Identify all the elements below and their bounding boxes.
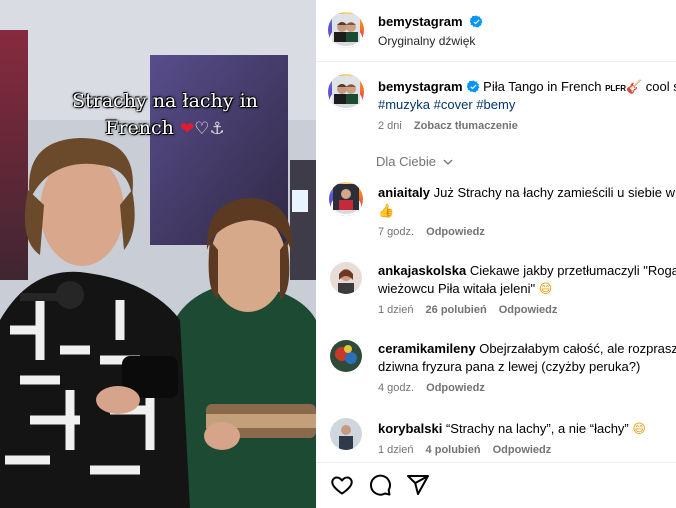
comment-icon[interactable]: [368, 473, 392, 497]
overlay-line-2: French: [105, 117, 174, 139]
avatar-image: [330, 340, 362, 372]
laughing-face-icon: 😄: [538, 282, 553, 297]
post-side-panel: bemystagram Oryginalny dźwięk bemystagra…: [316, 0, 676, 508]
white-heart-icon: ♡: [194, 119, 210, 139]
comment-username[interactable]: korybalski: [378, 421, 442, 436]
avatar-image: [330, 418, 362, 450]
comment-username[interactable]: ceramikamileny: [378, 341, 476, 356]
for-you-filter[interactable]: Dla Ciebie: [376, 154, 453, 169]
comment-username[interactable]: ankajaskolska: [378, 263, 466, 278]
caption-time[interactable]: 2 dni: [378, 120, 402, 132]
comment-meta: 4 godz. Odpowiedz: [378, 382, 494, 394]
chevron-down-icon: [443, 159, 453, 165]
comment-time[interactable]: 4 godz.: [378, 382, 414, 394]
overlay-line-2-row: French ❤♡⚓: [40, 115, 290, 143]
reply-button[interactable]: Odpowiedz: [493, 444, 552, 456]
thumbs-up-icon: 👍: [378, 204, 395, 219]
caption-tag: PLFR: [605, 84, 626, 93]
hashtag-link[interactable]: #cover: [434, 97, 473, 112]
commenter-avatar[interactable]: [330, 262, 362, 294]
commenter-avatar[interactable]: [330, 418, 362, 450]
guitar-icon: 🎸: [625, 80, 643, 95]
comment-body-line2: wieżowcu Piła witała jeleni": [378, 281, 536, 296]
comment-body: Obejrzałabym całość, ale rozprasza: [479, 341, 676, 356]
comment-text: aniaitaly Już Strachy na łachy zamieścil…: [378, 184, 676, 202]
hashtag-link[interactable]: #bemy: [476, 97, 515, 112]
author-avatar[interactable]: [328, 12, 364, 48]
video-caption-overlay: Strachy na łachy in French ❤♡⚓: [40, 88, 290, 143]
comment-meta: 1 dzień 26 polubień Odpowiedz: [378, 304, 566, 316]
author-username-text[interactable]: bemystagram: [378, 14, 463, 29]
comment-text: ankajaskolska Ciekawe jakby przetłumaczy…: [378, 262, 676, 280]
post-action-bar: [316, 462, 676, 508]
reply-button[interactable]: Odpowiedz: [426, 226, 485, 238]
comment-meta: 1 dzień 4 polubień Odpowiedz: [378, 444, 560, 456]
for-you-label[interactable]: Dla Ciebie: [376, 154, 436, 169]
commenter-avatar[interactable]: [329, 182, 363, 216]
verified-badge-icon: [466, 80, 480, 93]
comment-meta: 7 godz. Odpowiedz: [378, 226, 494, 238]
avatar-image: [332, 76, 360, 104]
author-username[interactable]: bemystagram: [378, 14, 483, 29]
comment-text: ceramikamileny Obejrzałabym całość, ale …: [378, 340, 676, 358]
share-icon[interactable]: [406, 473, 430, 497]
avatar-image: [332, 14, 360, 42]
comment-likes[interactable]: 26 polubień: [426, 304, 487, 316]
laughing-face-icon: 😄: [632, 422, 646, 437]
red-heart-icon: ❤: [179, 119, 195, 139]
heart-icon[interactable]: [330, 473, 354, 497]
comment-text-line2: dziwna fryzura pana z lewej (czyżby peru…: [378, 358, 676, 376]
see-translation-button[interactable]: Zobacz tłumaczenie: [414, 120, 518, 132]
overlay-line-1: Strachy na łachy in: [72, 90, 258, 112]
comment-body: Ciekawe jakby przetłumaczyli "Rogac: [469, 263, 676, 278]
caption-hashtags: #muzyka #cover #bemy: [378, 96, 676, 114]
comment-body: “Strachy na lachy”, a nie “łachy”: [445, 421, 629, 436]
comment-likes[interactable]: 4 polubień: [426, 444, 481, 456]
anchor-icon: ⚓: [209, 119, 225, 139]
comment-body: Już Strachy na łachy zamieścili u siebie…: [433, 185, 676, 200]
audio-label[interactable]: Oryginalny dźwięk: [378, 34, 475, 48]
caption-author-avatar[interactable]: [328, 74, 364, 110]
video-frame-image: [0, 0, 316, 508]
comment-text: korybalski “Strachy na lachy”, a nie “ła…: [378, 420, 676, 439]
caption-prefix: Piła Tango in French: [483, 79, 602, 94]
post-header: bemystagram Oryginalny dźwięk: [316, 0, 676, 62]
comment-time[interactable]: 1 dzień: [378, 444, 413, 456]
comment-text-line2: 👍: [378, 202, 676, 221]
reply-button[interactable]: Odpowiedz: [499, 304, 558, 316]
comment-body-line2: dziwna fryzura pana z lewej (czyżby peru…: [378, 359, 641, 374]
comment-username[interactable]: aniaitaly: [378, 185, 430, 200]
verified-badge-icon: [470, 15, 483, 28]
comment-text-line2: wieżowcu Piła witała jeleni" 😄: [378, 280, 676, 299]
caption-suffix: cool s: [645, 79, 676, 94]
post-video[interactable]: Strachy na łachy in French ❤♡⚓: [0, 0, 316, 508]
avatar-image: [333, 184, 359, 210]
commenter-avatar[interactable]: [330, 340, 362, 372]
hashtag-link[interactable]: #muzyka: [378, 97, 430, 112]
comment-time[interactable]: 7 godz.: [378, 226, 414, 238]
reply-button[interactable]: Odpowiedz: [426, 382, 485, 394]
caption-username[interactable]: bemystagram: [378, 79, 463, 94]
comment-time[interactable]: 1 dzień: [378, 304, 413, 316]
caption-meta: 2 dni Zobacz tłumaczenie: [378, 120, 527, 132]
caption-text: bemystagram Piła Tango in French PLFR🎸 c…: [378, 78, 676, 98]
avatar-image: [330, 262, 362, 294]
